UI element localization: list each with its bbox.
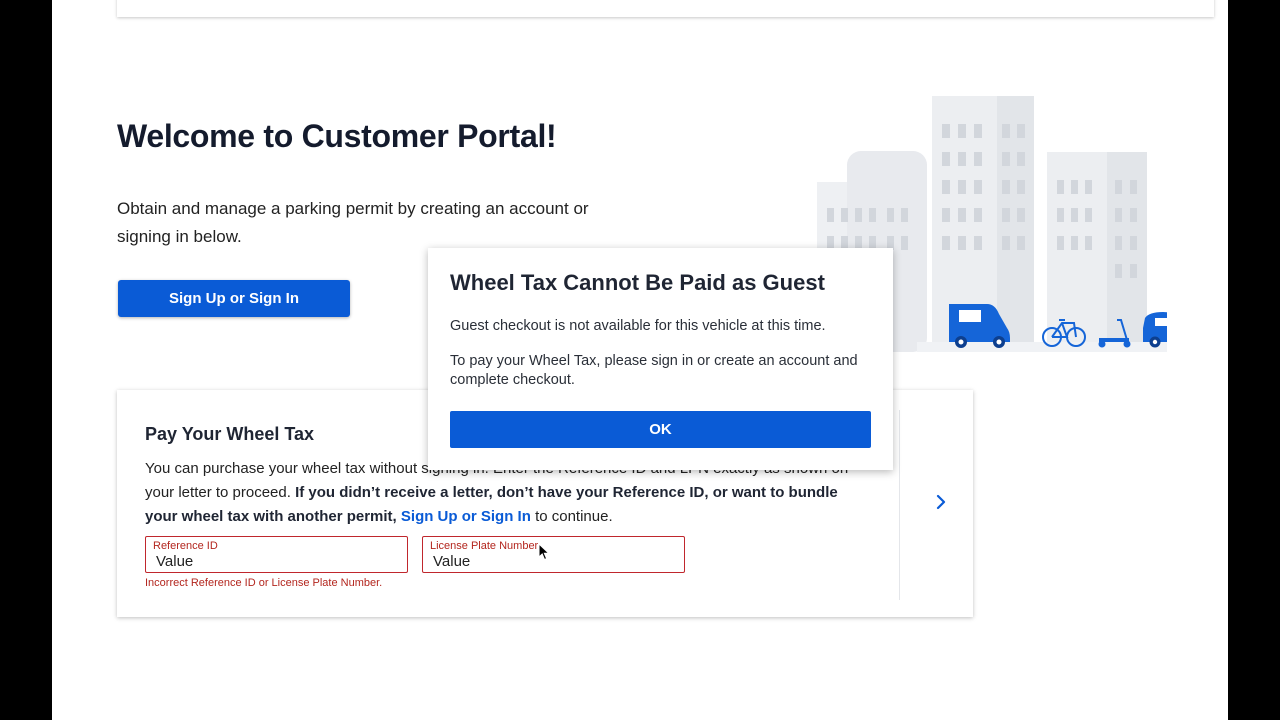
- sign-up-or-sign-in-button[interactable]: Sign Up or Sign In: [118, 280, 350, 317]
- tax-text-end: to continue.: [535, 508, 613, 525]
- validation-error-message: Incorrect Reference ID or License Plate …: [145, 577, 383, 589]
- license-plate-label: License Plate Number: [430, 540, 539, 552]
- chevron-right-icon[interactable]: [929, 490, 953, 514]
- page: Welcome to Customer Portal! Obtain and m…: [52, 0, 1228, 720]
- card-divider: [899, 410, 900, 600]
- dialog-title: Wheel Tax Cannot Be Paid as Guest: [450, 270, 825, 295]
- page-title: Welcome to Customer Portal!: [117, 118, 557, 154]
- license-plate-input[interactable]: [433, 553, 673, 570]
- mouse-cursor-icon: [538, 543, 550, 561]
- license-plate-field[interactable]: License Plate Number: [422, 536, 685, 573]
- reference-id-input[interactable]: [156, 553, 396, 570]
- dialog-message-2: To pay your Wheel Tax, please sign in or…: [450, 353, 858, 388]
- dialog-message-1: Guest checkout is not available for this…: [450, 318, 826, 334]
- pay-wheel-tax-title: Pay Your Wheel Tax: [145, 424, 315, 444]
- reference-id-field[interactable]: Reference ID: [145, 536, 408, 573]
- hero-description: Obtain and manage a parking permit by cr…: [117, 199, 589, 246]
- top-card: [117, 0, 1214, 17]
- ok-button[interactable]: OK: [450, 411, 871, 448]
- sign-up-or-sign-in-link[interactable]: Sign Up or Sign In: [401, 508, 531, 525]
- reference-id-label: Reference ID: [153, 540, 218, 552]
- guest-checkout-dialog: Wheel Tax Cannot Be Paid as Guest Guest …: [428, 248, 893, 470]
